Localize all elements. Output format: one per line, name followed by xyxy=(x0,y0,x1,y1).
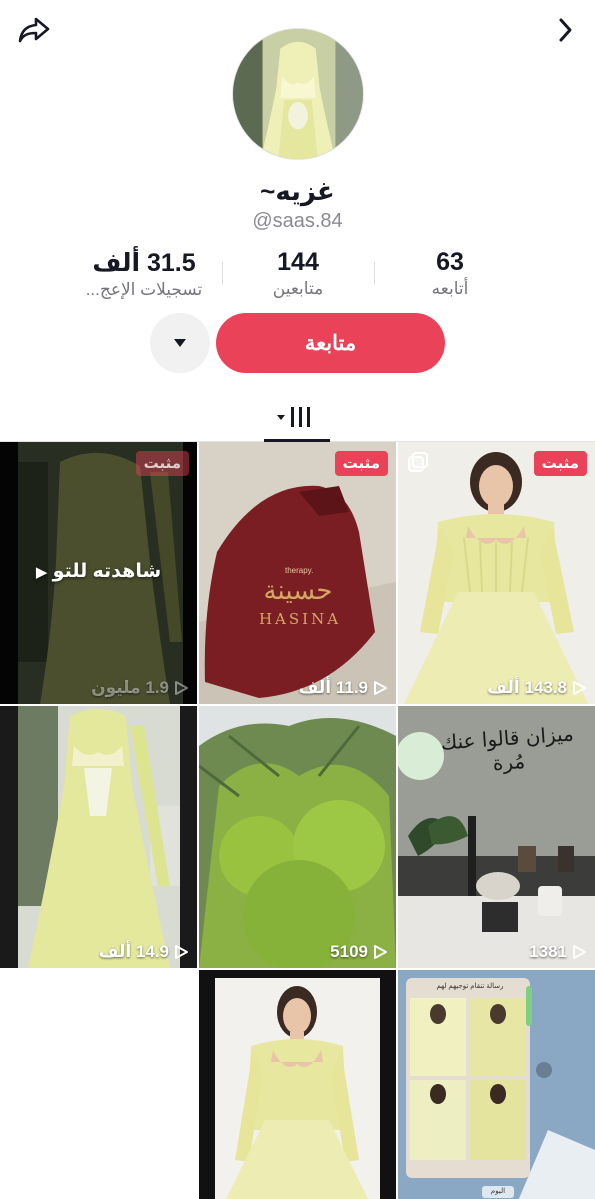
tab-videos[interactable] xyxy=(264,392,330,441)
content-tab-bar xyxy=(0,392,595,442)
view-count: 1381 xyxy=(406,942,587,962)
share-arrow-icon xyxy=(18,17,50,43)
video-tile[interactable]: therapy. حسينة HASINA مثبت 11.9 ألف xyxy=(199,442,396,704)
view-count-value: 1381 xyxy=(529,942,567,961)
display-name: غزيه~ xyxy=(260,176,335,206)
following-count: 63 xyxy=(436,248,464,276)
product-name-latin: HASINA xyxy=(258,610,342,628)
video-tile[interactable]: شاهدته للتو ▶ مثبت 1.9 مليون xyxy=(0,442,197,704)
username-handle: @saas.84 xyxy=(252,210,343,232)
video-tile[interactable]: مثبت 143.8 ألف xyxy=(398,442,595,704)
followers-stat[interactable]: 144 متابعين xyxy=(250,248,346,299)
play-outline-icon xyxy=(573,945,586,959)
avatar-dress-image xyxy=(233,29,363,159)
view-count-value: 1.9 مليون xyxy=(91,678,169,697)
back-button[interactable] xyxy=(543,8,587,52)
video-tile[interactable] xyxy=(199,970,396,1199)
video-tile[interactable]: 14.9 ألف xyxy=(0,706,197,968)
chevron-right-icon xyxy=(559,18,572,42)
pinned-badge: مثبت xyxy=(334,451,388,476)
product-name-arabic: حسينة xyxy=(263,576,333,606)
play-filled-icon: ▶ xyxy=(35,564,48,581)
video-tile[interactable]: 5109 xyxy=(199,706,396,968)
play-outline-icon xyxy=(573,681,586,695)
video-tile[interactable]: ميزان قالوا عنك مُرة 1381 xyxy=(398,706,595,968)
view-count-value: 11.9 ألف xyxy=(298,678,368,697)
pinned-badge: مثبت xyxy=(533,451,587,476)
view-count: 14.9 ألف xyxy=(8,942,189,962)
product-brand: therapy. xyxy=(285,566,314,575)
multi-photo-icon xyxy=(408,452,428,472)
profile-stats: 31.5 ألف تسجيلات الإعج... 144 متابعين 63… xyxy=(0,248,595,300)
play-outline-icon xyxy=(374,945,387,959)
view-count: 143.8 ألف xyxy=(406,678,587,698)
video-thumbnail xyxy=(199,706,396,968)
caret-down-icon xyxy=(174,339,186,347)
share-button[interactable] xyxy=(12,8,56,52)
play-outline-icon xyxy=(374,681,387,695)
video-thumbnail xyxy=(398,442,595,704)
suggested-accounts-button[interactable] xyxy=(150,313,210,373)
video-thumbnail xyxy=(199,970,396,1199)
view-count-value: 14.9 ألف xyxy=(98,942,169,961)
video-grid-icon xyxy=(277,406,310,427)
video-thumbnail xyxy=(398,970,595,1199)
video-tile[interactable]: رسالة تنقام توجيهم لهم اليوم xyxy=(398,970,595,1199)
just-watched-text: شاهدته للتو xyxy=(52,561,162,582)
view-count: 5109 xyxy=(207,942,388,962)
video-thumbnail xyxy=(0,706,197,968)
view-count: 11.9 ألف xyxy=(207,678,388,698)
view-count-value: 5109 xyxy=(330,942,368,961)
follow-button[interactable]: متابعة xyxy=(216,313,445,373)
view-count-value: 143.8 ألف xyxy=(487,678,567,697)
following-label: أتابعه xyxy=(431,279,469,298)
play-outline-icon xyxy=(175,681,188,695)
likes-label: تسجيلات الإعج... xyxy=(85,280,203,299)
pinned-badge: مثبت xyxy=(135,451,189,476)
just-watched-label: شاهدته للتو ▶ xyxy=(0,560,197,583)
stats-divider xyxy=(222,262,223,284)
followers-label: متابعين xyxy=(272,279,324,298)
likes-count: 31.5 ألف xyxy=(92,249,196,277)
stats-divider xyxy=(374,262,375,284)
avatar[interactable] xyxy=(232,28,364,160)
chat-title: رسالة تنقام توجيهم لهم xyxy=(436,983,504,990)
followers-count: 144 xyxy=(277,248,319,276)
view-count: 1.9 مليون xyxy=(8,678,189,698)
following-stat[interactable]: 63 أتابعه xyxy=(400,248,500,299)
chat-day-label: اليوم xyxy=(490,1188,506,1195)
likes-stat[interactable]: 31.5 ألف تسجيلات الإعج... xyxy=(64,248,224,300)
play-outline-icon xyxy=(175,945,188,959)
empty-grid-slot xyxy=(0,970,197,1199)
